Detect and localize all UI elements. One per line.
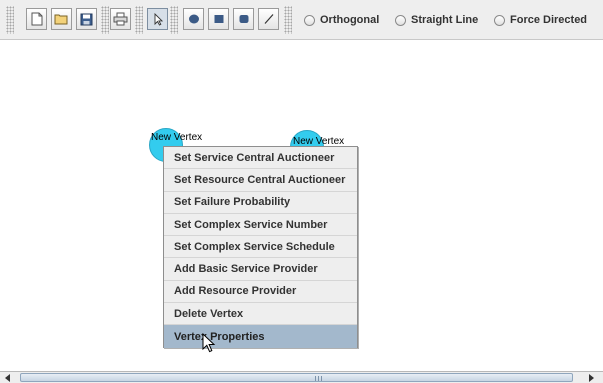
select-arrow-icon [154,12,163,26]
radio-circle-icon [494,14,505,26]
graph-editor-window: Orthogonal Straight Line Force Directed … [0,0,603,383]
toolbar-separator-grip [170,6,178,34]
new-document-button[interactable] [26,8,47,30]
open-button[interactable] [51,8,72,30]
open-folder-icon [54,14,68,25]
force-directed-label: Force Directed [510,14,588,26]
scroll-right-arrow[interactable] [585,373,597,383]
menu-item-delete-vertex[interactable]: Delete Vertex [164,303,357,326]
scrollbar-thumb[interactable] [20,373,573,382]
scroll-left-arrow[interactable] [2,373,14,383]
rounded-rectangle-tool-button[interactable] [233,8,254,30]
menu-item-set-service-central-auctioneer[interactable]: Set Service Central Auctioneer [164,147,357,170]
toolbar-separator-grip [135,6,143,34]
menu-item-set-failure-probability[interactable]: Set Failure Probability [164,192,357,214]
scrollbar-grip-icon [315,376,323,381]
rounded-rectangle-tool-icon [239,15,248,23]
ellipse-tool-button[interactable] [183,8,204,30]
new-document-icon [31,12,42,26]
straight-line-label: Straight Line [411,14,479,26]
vertex-context-menu: Set Service Central Auctioneer Set Resou… [163,146,358,348]
menu-item-set-complex-service-schedule[interactable]: Set Complex Service Schedule [164,236,357,259]
horizontal-scrollbar[interactable] [0,371,603,383]
toolbar-separator-grip [101,6,109,34]
menu-item-add-resource-provider[interactable]: Add Resource Provider [164,281,357,304]
ellipse-tool-icon [188,14,199,24]
toolbar-separator-grip [284,6,292,34]
printer-icon [113,12,128,26]
menu-item-add-basic-service-provider[interactable]: Add Basic Service Provider [164,258,357,281]
print-button[interactable] [110,8,131,30]
radio-circle-icon [395,14,406,26]
toolbar: Orthogonal Straight Line Force Directed [0,0,603,40]
chevron-right-icon [589,374,594,382]
menu-item-set-complex-service-number[interactable]: Set Complex Service Number [164,214,357,237]
rectangle-tool-icon [214,15,223,23]
line-tool-icon [264,14,273,24]
select-tool-button[interactable] [147,8,168,30]
menu-item-vertex-properties[interactable]: Vertex Properties [164,325,357,348]
radio-circle-icon [304,14,315,26]
force-directed-radio[interactable]: Force Directed [494,11,587,29]
orthogonal-label: Orthogonal [320,14,380,26]
save-button[interactable] [76,8,97,30]
vertex-label: New Vertex [151,132,203,143]
toolbar-grip[interactable] [6,6,14,34]
line-tool-button[interactable] [258,8,279,30]
mouse-pointer-icon [202,333,216,353]
straight-line-radio[interactable]: Straight Line [395,11,478,29]
orthogonal-radio[interactable]: Orthogonal [304,11,379,29]
chevron-left-icon [5,374,10,382]
save-disk-icon [80,13,93,25]
menu-item-set-resource-central-auctioneer[interactable]: Set Resource Central Auctioneer [164,169,357,192]
rectangle-tool-button[interactable] [208,8,229,30]
